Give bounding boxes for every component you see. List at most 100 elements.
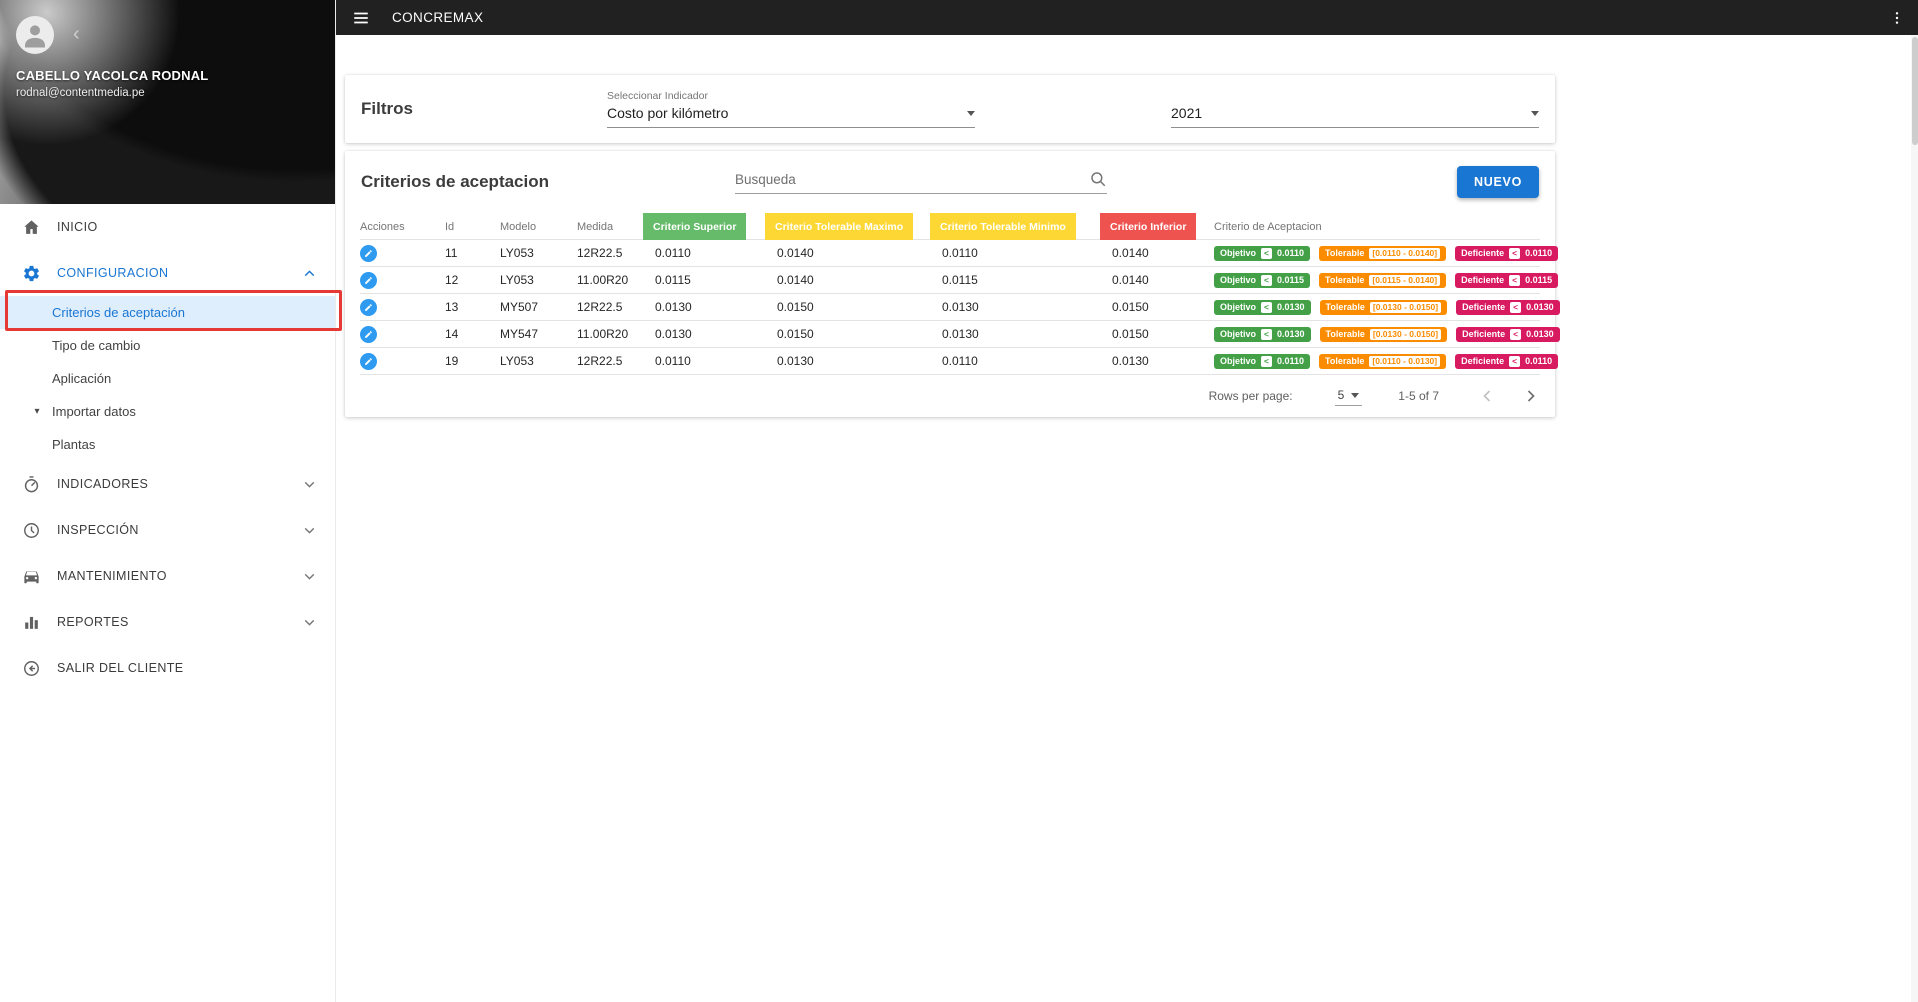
menu-icon[interactable]: [352, 9, 370, 27]
sidebar-item-inicio[interactable]: INICIO: [0, 204, 335, 250]
chevron-down-icon: [301, 522, 321, 539]
cell-criterio-tolerable-minimo: 0.0110: [942, 354, 978, 368]
edit-button[interactable]: [360, 325, 377, 343]
filters-card: Filtros Seleccionar Indicador Costo por …: [345, 75, 1555, 143]
cell-criterio-tolerable-maximo: 0.0150: [777, 300, 814, 314]
chevron-left-icon: [1483, 390, 1491, 402]
sidebar-item-reportes[interactable]: REPORTES: [0, 599, 335, 645]
indicator-select-label: Seleccionar Indicador: [607, 90, 708, 102]
sidebar-item-criterios-de-aceptacion[interactable]: Criterios de aceptación: [0, 296, 335, 329]
sidebar-item-plantas[interactable]: Plantas: [0, 428, 335, 461]
cell-criterio-inferior: 0.0140: [1112, 246, 1149, 260]
table-row: 14 MY547 11.00R20 0.0130 0.0150 0.0130 0…: [360, 321, 1560, 348]
search-input[interactable]: [735, 171, 1090, 187]
cell-criterio-tolerable-minimo: 0.0130: [942, 300, 979, 314]
bar-chart-icon: [21, 612, 41, 632]
main-area: CONCREMAX Filtros Seleccionar Indicador …: [336, 0, 1918, 1002]
objetivo-badge: Objetivo < 0.0110: [1214, 245, 1311, 261]
scrollbar-thumb[interactable]: [1911, 37, 1918, 145]
sidebar-item-indicadores[interactable]: INDICADORES: [0, 461, 335, 507]
edit-button[interactable]: [360, 298, 377, 316]
sidebar-item-mantenimiento[interactable]: MANTENIMIENTO: [0, 553, 335, 599]
edit-button[interactable]: [360, 352, 377, 370]
pagination-range: 1-5 of 7: [1398, 389, 1439, 403]
avatar: [16, 16, 54, 54]
col-criterio-tolerable-minimo: Criterio Tolerable Minimo: [930, 213, 1076, 240]
cell-criterio-superior: 0.0110: [655, 354, 691, 368]
sidebar-item-label: Importar datos: [52, 404, 136, 419]
cell-criterio-superior: 0.0130: [655, 300, 692, 314]
cell-id: 13: [445, 300, 459, 314]
dropdown-arrow-icon: [1351, 392, 1360, 398]
sidebar-item-label: INSPECCIÓN: [57, 523, 139, 537]
col-criterio-superior: Criterio Superior: [643, 213, 747, 240]
table-body: 11 LY053 12R22.5 0.0110 0.0140 0.0110 0.…: [360, 240, 1560, 375]
pencil-icon: [365, 357, 372, 365]
profile-email: rodnal@contentmedia.pe: [16, 87, 145, 99]
new-button[interactable]: NUEVO: [1457, 166, 1539, 198]
next-page-button[interactable]: [1521, 386, 1541, 406]
cell-criterio-de-aceptacion: Objetivo < 0.0130 Tolerable [0.0130 - 0.…: [1214, 299, 1560, 315]
edit-button[interactable]: [360, 271, 377, 289]
deficiente-badge: Deficiente < 0.0110: [1455, 245, 1559, 261]
more-options-icon[interactable]: [1889, 10, 1905, 26]
cell-medida: 12R22.5: [577, 300, 623, 314]
rows-per-page-value: 5: [1337, 388, 1345, 402]
sidebar-item-label: Plantas: [52, 437, 96, 452]
appbar: CONCREMAX: [336, 0, 1918, 35]
indicator-select-value: Costo por kilómetro: [607, 105, 729, 121]
caret-down-icon: ▾: [34, 406, 40, 417]
sidebar-item-label: Aplicación: [52, 371, 112, 386]
cell-modelo: LY053: [500, 246, 534, 260]
cell-criterio-tolerable-maximo: 0.0140: [777, 273, 814, 287]
sidebar-item-label: INDICADORES: [57, 477, 149, 491]
edit-button[interactable]: [360, 244, 377, 262]
col-criterio-inferior: Criterio Inferior: [1100, 213, 1197, 240]
tolerable-badge: Tolerable [0.0115 - 0.0140]: [1319, 272, 1447, 288]
cell-criterio-inferior: 0.0140: [1112, 273, 1149, 287]
cell-modelo: MY507: [500, 300, 539, 314]
chevron-down-icon: [301, 568, 321, 585]
collapse-chevron-icon[interactable]: ‹: [73, 24, 80, 44]
tolerable-badge: Tolerable [0.0130 - 0.0150]: [1319, 326, 1448, 342]
cell-criterio-tolerable-maximo: 0.0150: [777, 327, 814, 341]
criteria-title: Criterios de aceptacion: [361, 172, 550, 191]
col-id: Id: [445, 220, 455, 233]
sidebar-item-importar-datos[interactable]: ▾ Importar datos: [0, 395, 335, 428]
cell-criterio-tolerable-minimo: 0.0115: [942, 273, 978, 287]
sidebar-nav: INICIO CONFIGURACION Criterios de acepta…: [0, 204, 335, 691]
sidebar-item-tipo-de-cambio[interactable]: Tipo de cambio: [0, 329, 335, 362]
cell-modelo: LY053: [500, 354, 534, 368]
scrollbar[interactable]: [1911, 35, 1918, 1002]
cell-medida: 11.00R20: [577, 327, 629, 341]
home-icon: [21, 217, 41, 237]
rows-per-page-label: Rows per page:: [1208, 389, 1293, 403]
indicator-select[interactable]: Seleccionar Indicador Costo por kilómetr…: [607, 90, 975, 128]
cell-criterio-superior: 0.0130: [655, 327, 692, 341]
sidebar-item-label: REPORTES: [57, 615, 129, 629]
sidebar-item-configuracion[interactable]: CONFIGURACION: [0, 250, 335, 296]
cell-modelo: LY053: [500, 273, 534, 287]
sidebar-item-label: Tipo de cambio: [52, 338, 141, 353]
cell-id: 11: [445, 246, 458, 260]
sidebar: ‹ CABELLO YACOLCA RODNAL rodnal@contentm…: [0, 0, 342, 1002]
tolerable-badge: Tolerable [0.0130 - 0.0150]: [1319, 299, 1448, 315]
dropdown-arrow-icon: [967, 110, 975, 116]
cell-criterio-tolerable-minimo: 0.0110: [942, 246, 978, 260]
gear-icon: [21, 263, 41, 283]
previous-page-button[interactable]: [1477, 386, 1497, 406]
objetivo-badge: Objetivo < 0.0110: [1214, 353, 1311, 369]
objetivo-badge: Objetivo < 0.0130: [1214, 299, 1311, 315]
sidebar-item-inspeccion[interactable]: INSPECCIÓN: [0, 507, 335, 553]
sidebar-item-aplicacion[interactable]: Aplicación: [0, 362, 335, 395]
year-select[interactable]: 2021: [1171, 90, 1539, 128]
sidebar-item-salir-del-cliente[interactable]: SALIR DEL CLIENTE: [0, 645, 335, 691]
cell-medida: 12R22.5: [577, 246, 623, 260]
rows-per-page-select[interactable]: 5: [1334, 386, 1363, 406]
tolerable-badge: Tolerable [0.0110 - 0.0140]: [1319, 245, 1447, 261]
dropdown-arrow-icon: [1531, 110, 1539, 116]
col-criterio-tolerable-maximo: Criterio Tolerable Maximo: [765, 213, 914, 240]
criteria-card: Criterios de aceptacion NUEVO Acciones I…: [345, 151, 1560, 417]
col-acciones: Acciones: [360, 220, 405, 233]
search-field: [735, 170, 1108, 194]
